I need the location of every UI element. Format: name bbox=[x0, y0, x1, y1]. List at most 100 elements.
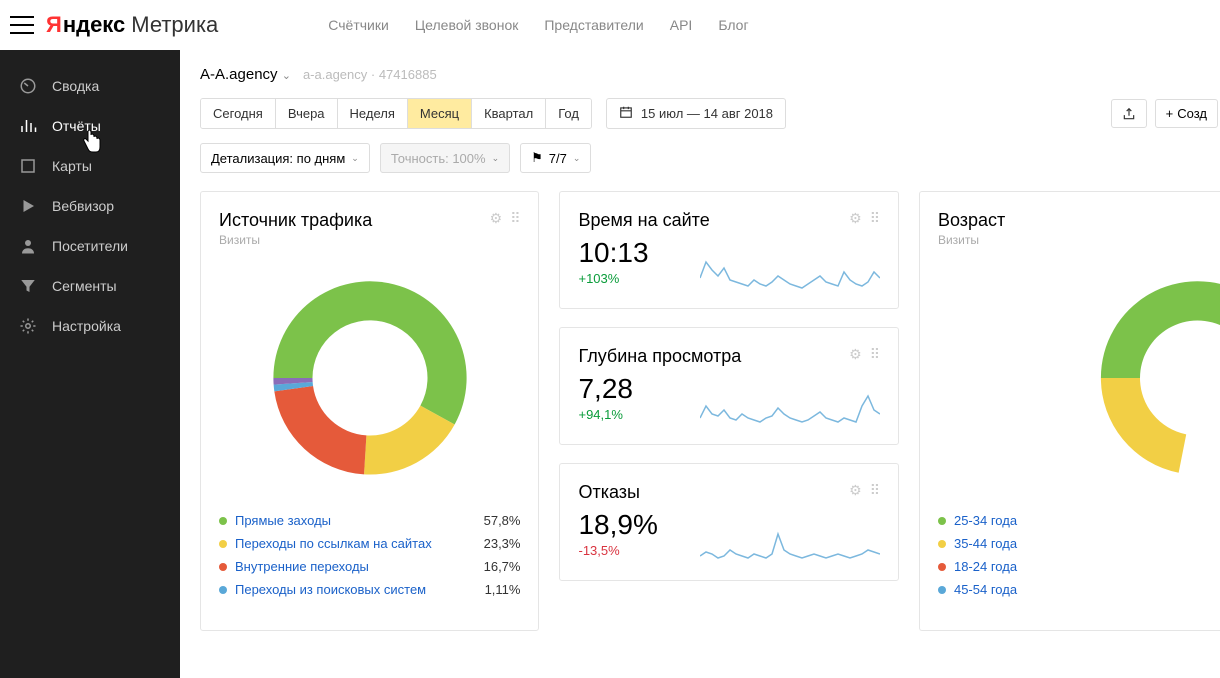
logo-yandex: ндекс bbox=[63, 12, 125, 38]
logo[interactable]: Яндекс Метрика bbox=[46, 12, 218, 38]
dot-icon bbox=[219, 586, 227, 594]
nav-blog[interactable]: Блог bbox=[718, 17, 748, 33]
legend-row: 18-24 года bbox=[938, 559, 1220, 574]
legend: 25-34 года 35-44 года 18-24 года 45-54 г… bbox=[938, 513, 1220, 597]
legend-row: Переходы из поисковых систем 1,11% bbox=[219, 582, 520, 597]
dot-icon bbox=[938, 540, 946, 548]
top-nav: Счётчики Целевой звонок Представители AP… bbox=[328, 17, 748, 33]
legend-row: Прямые заходы57,8% bbox=[219, 513, 520, 528]
legend: Прямые заходы57,8% Переходы по ссылкам н… bbox=[219, 513, 520, 597]
date-range-picker[interactable]: 15 июл — 14 авг 2018 bbox=[606, 98, 786, 129]
accuracy-dropdown[interactable]: Точность: 100% ⌄ bbox=[380, 143, 510, 173]
legend-row: 25-34 года bbox=[938, 513, 1220, 528]
widget-title: Время на сайте bbox=[578, 210, 709, 231]
chevron-down-icon: ⌄ bbox=[282, 70, 291, 82]
gear-icon[interactable]: ⚙ bbox=[490, 210, 503, 227]
sparkline bbox=[700, 530, 880, 566]
sidebar: Сводка Отчёты Карты Вебвизор Посетители … bbox=[0, 50, 180, 678]
drag-icon[interactable]: ⠿ bbox=[870, 210, 880, 227]
goals-dropdown[interactable]: ⚑ 7/7 ⌄ bbox=[520, 143, 591, 173]
period-month[interactable]: Месяц bbox=[408, 99, 472, 128]
sidebar-item-webvisor[interactable]: Вебвизор bbox=[0, 186, 180, 226]
nav-representatives[interactable]: Представители bbox=[544, 17, 643, 33]
dot-icon bbox=[938, 517, 946, 525]
legend-row: 45-54 года bbox=[938, 582, 1220, 597]
donut-chart bbox=[938, 263, 1220, 493]
nav-target-call[interactable]: Целевой звонок bbox=[415, 17, 519, 33]
sidebar-label: Настройка bbox=[52, 318, 121, 334]
period-week[interactable]: Неделя bbox=[338, 99, 408, 128]
user-icon bbox=[18, 236, 38, 256]
create-button[interactable]: + Созд bbox=[1155, 99, 1218, 128]
breadcrumb: A-A.agency ⌄ a-a.agency · 47416885 bbox=[200, 50, 1220, 98]
sidebar-label: Посетители bbox=[52, 238, 128, 254]
legend-value: 16,7% bbox=[484, 559, 521, 574]
sidebar-label: Карты bbox=[52, 158, 92, 174]
chevron-down-icon: ⌄ bbox=[492, 153, 500, 164]
sidebar-item-summary[interactable]: Сводка bbox=[0, 66, 180, 106]
sidebar-item-visitors[interactable]: Посетители bbox=[0, 226, 180, 266]
counter-info: a-a.agency · 47416885 bbox=[303, 67, 437, 82]
chevron-down-icon: ⌄ bbox=[351, 153, 359, 164]
dot-icon bbox=[219, 517, 227, 525]
drag-icon[interactable]: ⠿ bbox=[870, 346, 880, 363]
legend-label[interactable]: Переходы из поисковых систем bbox=[235, 582, 477, 597]
logo-y: Я bbox=[46, 12, 62, 38]
period-year[interactable]: Год bbox=[546, 99, 591, 128]
widget-title: Отказы bbox=[578, 482, 640, 503]
controls-row: Сегодня Вчера Неделя Месяц Квартал Год 1… bbox=[200, 98, 1220, 129]
sparkline bbox=[700, 258, 880, 294]
sidebar-item-segments[interactable]: Сегменты bbox=[0, 266, 180, 306]
legend-label[interactable]: 25-34 года bbox=[954, 513, 1220, 528]
gear-icon[interactable]: ⚙ bbox=[849, 210, 862, 227]
bars-icon bbox=[18, 116, 38, 136]
sidebar-item-settings[interactable]: Настройка bbox=[0, 306, 180, 346]
hamburger-icon[interactable] bbox=[10, 16, 34, 34]
drag-icon[interactable]: ⠿ bbox=[870, 482, 880, 499]
period-yesterday[interactable]: Вчера bbox=[276, 99, 338, 128]
period-quarter[interactable]: Квартал bbox=[472, 99, 546, 128]
gauge-icon bbox=[18, 76, 38, 96]
legend-value: 1,11% bbox=[485, 582, 521, 597]
dot-icon bbox=[219, 540, 227, 548]
chevron-down-icon: ⌄ bbox=[573, 153, 581, 164]
calendar-icon bbox=[619, 105, 633, 122]
gear-icon[interactable]: ⚙ bbox=[849, 482, 862, 499]
map-icon bbox=[18, 156, 38, 176]
gear-icon[interactable]: ⚙ bbox=[849, 346, 862, 363]
play-icon bbox=[18, 196, 38, 216]
date-range-text: 15 июл — 14 авг 2018 bbox=[641, 106, 773, 121]
legend-label[interactable]: Переходы по ссылкам на сайтах bbox=[235, 536, 476, 551]
legend-label[interactable]: 35-44 года bbox=[954, 536, 1220, 551]
sidebar-label: Отчёты bbox=[52, 118, 101, 134]
sidebar-label: Сводка bbox=[52, 78, 99, 94]
funnel-icon bbox=[18, 276, 38, 296]
legend-label[interactable]: Внутренние переходы bbox=[235, 559, 476, 574]
sparkline bbox=[700, 394, 880, 430]
widget-title: Возраст bbox=[938, 210, 1005, 231]
legend-label[interactable]: 45-54 года bbox=[954, 582, 1220, 597]
topbar: Яндекс Метрика Счётчики Целевой звонок П… bbox=[0, 0, 1220, 50]
sidebar-item-reports[interactable]: Отчёты bbox=[0, 106, 180, 146]
widget-age: Возраст Визиты 25-34 года bbox=[919, 191, 1220, 631]
gear-icon bbox=[18, 316, 38, 336]
counter-name[interactable]: A-A.agency ⌄ bbox=[200, 66, 291, 83]
legend-value: 23,3% bbox=[484, 536, 521, 551]
widget-traffic-source: Источник трафика Визиты ⚙⠿ bbox=[200, 191, 539, 631]
detail-dropdown[interactable]: Детализация: по дням ⌄ bbox=[200, 143, 370, 173]
drag-icon[interactable]: ⠿ bbox=[510, 210, 520, 227]
nav-counters[interactable]: Счётчики bbox=[328, 17, 389, 33]
share-button[interactable] bbox=[1111, 99, 1147, 128]
logo-metrika: Метрика bbox=[131, 12, 218, 38]
legend-row: Внутренние переходы 16,7% bbox=[219, 559, 520, 574]
widget-bounce: Отказы⚙⠿ 18,9% -13,5% bbox=[559, 463, 898, 581]
legend-label[interactable]: 18-24 года bbox=[954, 559, 1220, 574]
widget-time-on-site: Время на сайте⚙⠿ 10:13 +103% bbox=[559, 191, 898, 309]
sidebar-label: Вебвизор bbox=[52, 198, 114, 214]
legend-label[interactable]: Прямые заходы bbox=[235, 513, 476, 528]
nav-api[interactable]: API bbox=[670, 17, 693, 33]
period-today[interactable]: Сегодня bbox=[201, 99, 276, 128]
widget-title: Источник трафика bbox=[219, 210, 372, 231]
sidebar-item-maps[interactable]: Карты bbox=[0, 146, 180, 186]
period-selector: Сегодня Вчера Неделя Месяц Квартал Год bbox=[200, 98, 592, 129]
